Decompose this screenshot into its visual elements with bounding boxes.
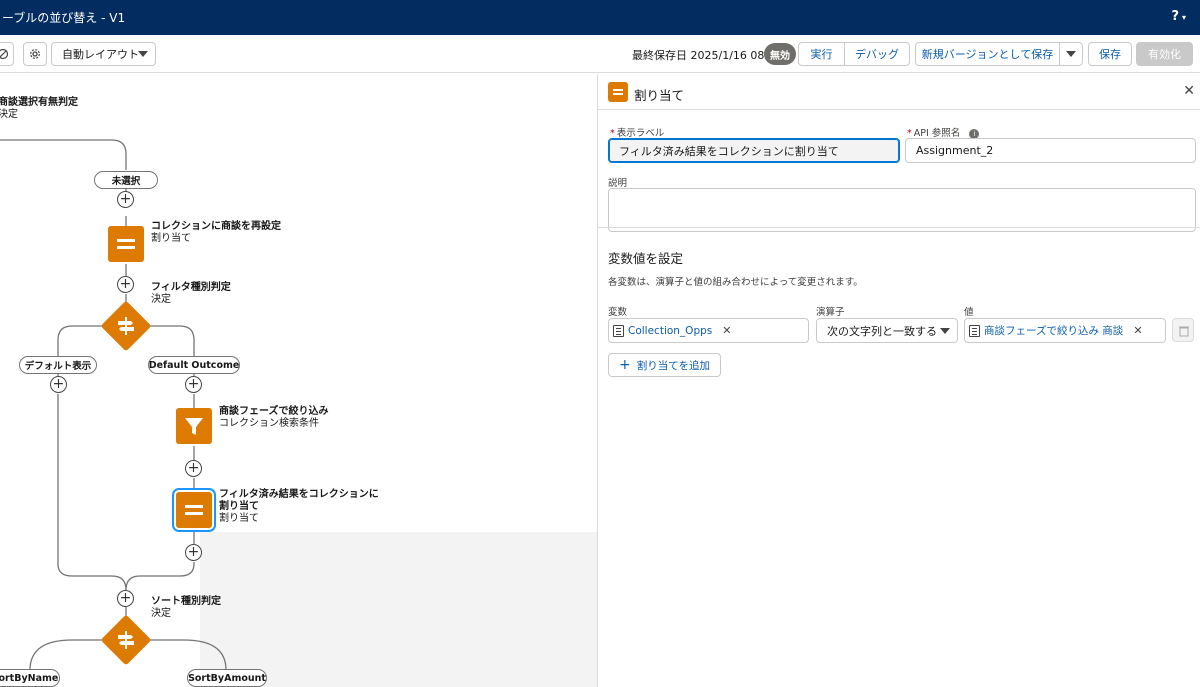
- assignment-node-label: コレクションに商談を再設定 割り当て: [151, 221, 281, 244]
- close-icon[interactable]: ✕: [1183, 83, 1195, 99]
- value-label: 値: [964, 307, 974, 318]
- variable-pill-label: Collection_Opps: [628, 324, 713, 337]
- layout-select-value: 自動レイアウト: [62, 48, 139, 61]
- save-button[interactable]: 保存: [1088, 42, 1132, 66]
- flow-canvas[interactable]: 商談選択有無判定 決定 未選択 + コレクションに商談を再設定 割り当て + フィル…: [0, 74, 597, 687]
- outcome-sort-by-amount[interactable]: SortByAmount: [187, 669, 267, 687]
- value-pill-label: 商談フェーズで絞り込み 商談: [984, 325, 1124, 337]
- variable-label: 変数: [608, 307, 628, 318]
- help-icon: ?: [1171, 9, 1179, 24]
- assignment-icon: [185, 505, 203, 515]
- variable-input[interactable]: Collection_Opps ✕: [608, 318, 809, 343]
- description-textarea[interactable]: [608, 188, 1196, 232]
- title-bar: ーブルの並び替え - V1 ? ▾: [0, 0, 1200, 35]
- filter-node-label: 商談フェーズで絞り込み コレクション検索条件: [219, 406, 329, 429]
- help-menu[interactable]: ? ▾: [1171, 9, 1186, 24]
- save-new-version-button[interactable]: 新規バージョンとして保存: [915, 42, 1060, 66]
- add-icon: +: [619, 357, 631, 373]
- section-description: 各変数は、演算子と値の組み合わせによって変更されます。: [608, 277, 863, 288]
- value-input[interactable]: 商談フェーズで絞り込み 商談 ✕: [964, 318, 1166, 343]
- assignment-icon: [608, 82, 628, 102]
- save-options-dropdown[interactable]: [1059, 42, 1083, 66]
- add-element-button[interactable]: +: [117, 276, 134, 293]
- decision-node-label: 商談選択有無判定 決定: [0, 97, 78, 120]
- activate-button[interactable]: 有効化: [1136, 42, 1193, 66]
- chevron-down-icon: [138, 51, 148, 57]
- chevron-down-icon: [940, 328, 950, 334]
- add-assignment-label: 割り当てを追加: [636, 359, 711, 372]
- layout-select[interactable]: 自動レイアウト: [51, 42, 156, 66]
- debug-button[interactable]: デバッグ: [844, 42, 910, 66]
- operator-label: 演算子: [816, 307, 845, 318]
- outcome-default-display[interactable]: デフォルト表示: [19, 356, 97, 374]
- resource-icon: [969, 324, 980, 337]
- label-input[interactable]: フィルタ済み結果をコレクションに割り当て: [608, 138, 900, 163]
- filter-node[interactable]: [176, 408, 212, 444]
- add-element-button[interactable]: +: [117, 191, 134, 208]
- outcome-unselected[interactable]: 未選択: [94, 171, 158, 189]
- outcome-sort-by-name[interactable]: SortByName: [0, 669, 60, 687]
- remove-icon[interactable]: ✕: [1133, 324, 1142, 337]
- chevron-down-icon: [1066, 50, 1076, 57]
- resource-icon: [613, 324, 624, 337]
- delete-row-button[interactable]: [1172, 318, 1194, 342]
- settings-button[interactable]: [23, 42, 47, 66]
- add-element-button[interactable]: +: [185, 460, 202, 477]
- gear-icon: [30, 49, 40, 59]
- flow-connectors: [0, 139, 227, 671]
- section-title: 変数値を設定: [608, 251, 684, 266]
- undo-icon: [0, 48, 9, 60]
- help-caret-icon: ▾: [1181, 13, 1186, 22]
- variable-pill[interactable]: Collection_Opps ✕: [613, 324, 731, 337]
- outcome-default-outcome[interactable]: Default Outcome: [148, 356, 240, 374]
- run-button[interactable]: 実行: [798, 42, 845, 66]
- decision-icon: [118, 631, 134, 649]
- remove-icon[interactable]: ✕: [722, 324, 731, 337]
- panel-header: 割り当て ✕: [598, 74, 1200, 110]
- window-title: ーブルの並び替え - V1: [2, 11, 126, 25]
- last-saved-text: 最終保存日 2025/1/16 08:55: [632, 49, 783, 62]
- panel-title: 割り当て: [634, 88, 685, 103]
- properties-panel: 割り当て ✕ * 表示ラベル フィルタ済み結果をコレクションに割り当て * API …: [597, 74, 1200, 687]
- assignment-node[interactable]: [108, 226, 144, 262]
- section-divider: [598, 227, 1200, 228]
- decision-node-label: フィルタ種別判定 決定: [151, 282, 231, 305]
- description-label: 説明: [608, 178, 628, 189]
- add-element-button[interactable]: +: [117, 590, 134, 607]
- operator-select-value: 次の文字列と一致する: [827, 324, 937, 338]
- add-element-button[interactable]: +: [50, 376, 67, 393]
- undo-button[interactable]: [0, 42, 14, 66]
- api-name-field-label: * API 参照名 i: [907, 125, 980, 139]
- add-assignment-button[interactable]: + 割り当てを追加: [608, 353, 722, 377]
- add-element-button[interactable]: +: [185, 544, 202, 561]
- label-field-label: * 表示ラベル: [610, 128, 665, 139]
- assignment-icon: [117, 239, 135, 249]
- add-element-button[interactable]: +: [185, 376, 202, 393]
- status-badge: 無効: [764, 43, 796, 65]
- operator-select[interactable]: 次の文字列と一致する: [816, 318, 958, 343]
- decision-icon: [118, 317, 134, 335]
- value-pill[interactable]: 商談フェーズで絞り込み 商談 ✕: [969, 323, 1143, 338]
- decision-node-label: ソート種別判定 決定: [151, 596, 221, 619]
- filter-icon: [185, 418, 203, 435]
- selected-assignment-node[interactable]: [172, 488, 216, 532]
- api-name-input[interactable]: Assignment_2: [905, 138, 1196, 163]
- trash-icon: [1179, 326, 1189, 337]
- selected-assignment-label: フィルタ済み結果をコレクションに 割り当て 割り当て: [219, 489, 379, 524]
